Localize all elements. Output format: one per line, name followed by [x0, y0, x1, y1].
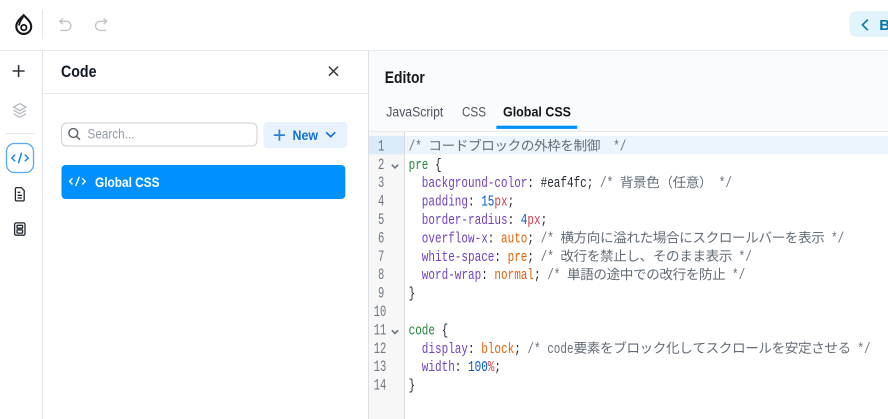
svg-text:15: 15: [481, 193, 494, 211]
svg-text:13: 13: [374, 358, 387, 376]
svg-text:9: 9: [378, 285, 384, 303]
svg-text:}: }: [409, 377, 416, 395]
svg-text:code: code: [409, 321, 435, 339]
svg-text::: :: [488, 229, 495, 247]
svg-text:100: 100: [468, 358, 488, 376]
svg-text:Ba: Ba: [879, 17, 888, 34]
svg-text:/*: /*: [541, 248, 554, 266]
svg-text:1: 1: [378, 137, 384, 155]
svg-text:{: {: [442, 321, 449, 339]
svg-text:8: 8: [378, 266, 384, 284]
svg-text:12: 12: [374, 340, 387, 358]
svg-text:background-color: background-color: [422, 174, 528, 192]
svg-text:/*: /*: [541, 229, 554, 247]
svg-text:*/: */: [831, 229, 844, 247]
svg-text:pre: pre: [409, 156, 429, 174]
svg-text::: :: [494, 248, 501, 266]
svg-text:;: ;: [514, 340, 521, 358]
svg-text:*/: */: [613, 137, 626, 155]
svg-text:normal: normal: [494, 266, 534, 284]
svg-text:auto: auto: [501, 229, 527, 247]
svg-text:Global CSS: Global CSS: [95, 174, 160, 190]
svg-text:Code: Code: [61, 63, 97, 81]
svg-text:border-radius: border-radius: [422, 211, 508, 229]
svg-text:overflow-x: overflow-x: [422, 229, 488, 247]
svg-text::: :: [527, 174, 534, 192]
svg-text:7: 7: [378, 248, 384, 266]
svg-text:New: New: [293, 128, 319, 143]
svg-text:Editor: Editor: [385, 69, 426, 87]
svg-text:px: px: [527, 211, 540, 229]
svg-text::: :: [508, 211, 515, 229]
svg-text::: :: [468, 340, 475, 358]
svg-text:#eaf4fc: #eaf4fc: [541, 174, 587, 192]
svg-text:;: ;: [527, 248, 534, 266]
svg-text:/*: /*: [409, 137, 422, 155]
svg-text:CSS: CSS: [462, 104, 486, 119]
svg-text::: :: [468, 193, 475, 211]
svg-text:6: 6: [378, 229, 384, 247]
svg-text:;: ;: [534, 266, 541, 284]
svg-text:/*: /*: [547, 266, 560, 284]
svg-text:pre: pre: [508, 248, 528, 266]
svg-text:px: px: [494, 193, 507, 211]
svg-text:*/: */: [739, 248, 752, 266]
svg-text:}: }: [409, 285, 416, 303]
svg-text:padding: padding: [422, 193, 468, 211]
svg-text::: :: [481, 266, 488, 284]
svg-text:11: 11: [374, 321, 387, 339]
svg-text:word-wrap: word-wrap: [422, 266, 481, 284]
svg-text:/*: /*: [600, 174, 613, 192]
svg-text:{: {: [435, 156, 442, 174]
svg-text:*/: */: [857, 340, 870, 358]
svg-text:*/: */: [719, 174, 732, 192]
svg-text:Search...: Search...: [88, 127, 135, 142]
svg-text::: :: [455, 358, 462, 376]
svg-text:;: ;: [508, 193, 515, 211]
svg-text:white-space: white-space: [422, 248, 495, 266]
svg-text:block: block: [481, 340, 514, 358]
svg-text:JavaScript: JavaScript: [386, 104, 443, 119]
svg-text:;: ;: [541, 211, 548, 229]
svg-text:Global CSS: Global CSS: [503, 104, 571, 119]
svg-text:*/: */: [732, 266, 745, 284]
svg-text:3: 3: [378, 174, 384, 192]
svg-text:display: display: [422, 340, 468, 358]
svg-text:4: 4: [378, 193, 384, 211]
svg-text:/*: /*: [527, 340, 540, 358]
svg-text:width: width: [422, 358, 455, 376]
svg-text:;: ;: [527, 229, 534, 247]
svg-text:;: ;: [587, 174, 594, 192]
svg-text:;: ;: [494, 358, 501, 376]
svg-text:2: 2: [378, 156, 384, 174]
svg-text:10: 10: [374, 303, 387, 321]
svg-text:14: 14: [374, 377, 387, 395]
svg-text:5: 5: [378, 211, 384, 229]
svg-text:code: code: [547, 340, 573, 358]
